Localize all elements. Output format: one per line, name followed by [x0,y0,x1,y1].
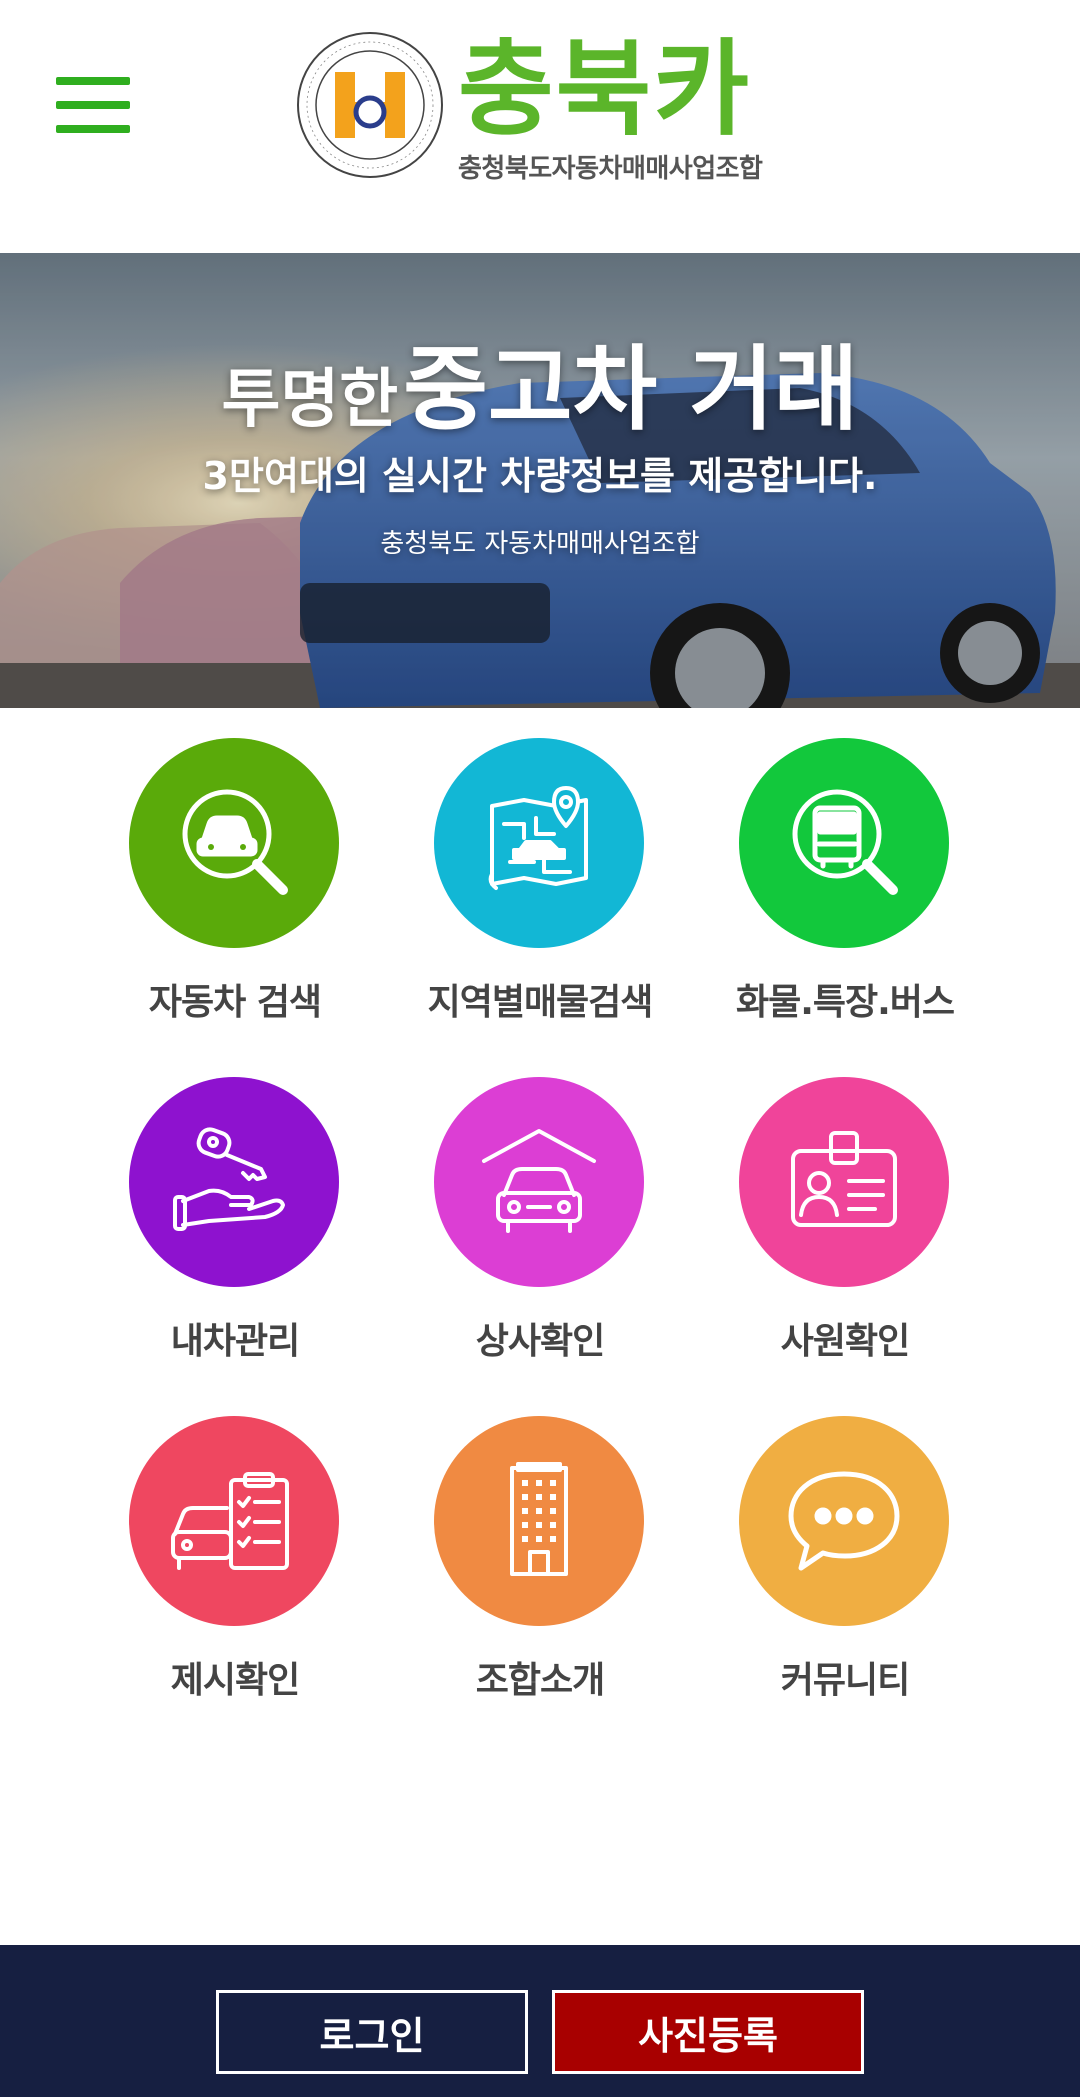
login-button[interactable]: 로그인 [216,1990,528,2074]
menu-label: 내차관리 [170,1321,300,1362]
truck-search-icon [739,738,949,948]
headline-big: 중고차 거래 [403,336,859,443]
app-header: 충북카 충청북도자동차매매사업조합 [0,0,1080,253]
menu-item-display-check[interactable]: 제시확인 [95,1416,375,1716]
menu-item-community[interactable]: 커뮤니티 [705,1416,985,1716]
menu-label: 화물.특장.버스 [735,982,955,1023]
map-car-icon [434,738,644,948]
photo-register-button[interactable]: 사진등록 [552,1990,864,2074]
menu-label: 지역별매물검색 [427,982,654,1023]
building-icon [434,1416,644,1626]
banner-headline: 투명한 중고차 거래 [0,315,1080,448]
menu-label: 사원확인 [780,1321,910,1362]
car-search-icon [129,738,339,948]
menu-label: 상사확인 [475,1321,605,1362]
menu-item-region-search[interactable]: 지역별매물검색 [400,738,680,1038]
car-garage-icon [434,1077,644,1287]
id-card-icon [739,1077,949,1287]
logo-subtitle: 충청북도자동차매매사업조합 [458,154,763,184]
menu-item-association-intro[interactable]: 조합소개 [400,1416,680,1716]
banner-org: 충청북도 자동차매매사업조합 [380,529,700,559]
menu-label: 제시확인 [170,1660,300,1701]
menu-label: 조합소개 [475,1660,605,1701]
association-seal-icon [297,32,443,178]
menu-item-car-search[interactable]: 자동차 검색 [95,738,375,1038]
menu-label: 자동차 검색 [148,982,322,1023]
bottom-bar: 로그인 사진등록 [0,1945,1080,2097]
car-checklist-icon [129,1416,339,1626]
site-logo[interactable]: 충북카 충청북도자동차매매사업조합 [295,30,795,190]
logo-title: 충북카 [458,28,752,150]
menu-item-dealer-check[interactable]: 상사확인 [400,1077,680,1377]
banner-subtitle: 3만여대의 실시간 차량정보를 제공합니다. [202,454,878,498]
menu-label: 커뮤니티 [780,1660,910,1701]
hero-banner[interactable]: 투명한 중고차 거래 3만여대의 실시간 차량정보를 제공합니다. 충청북도 자… [0,253,1080,708]
menu-item-truck-bus[interactable]: 화물.특장.버스 [705,738,985,1038]
menu-item-my-car[interactable]: 내차관리 [95,1077,375,1377]
key-hand-icon [129,1077,339,1287]
chat-bubble-icon [739,1416,949,1626]
headline-small: 투명한 [221,363,399,437]
menu-item-staff-check[interactable]: 사원확인 [705,1077,985,1377]
hamburger-menu-icon[interactable] [56,77,130,133]
